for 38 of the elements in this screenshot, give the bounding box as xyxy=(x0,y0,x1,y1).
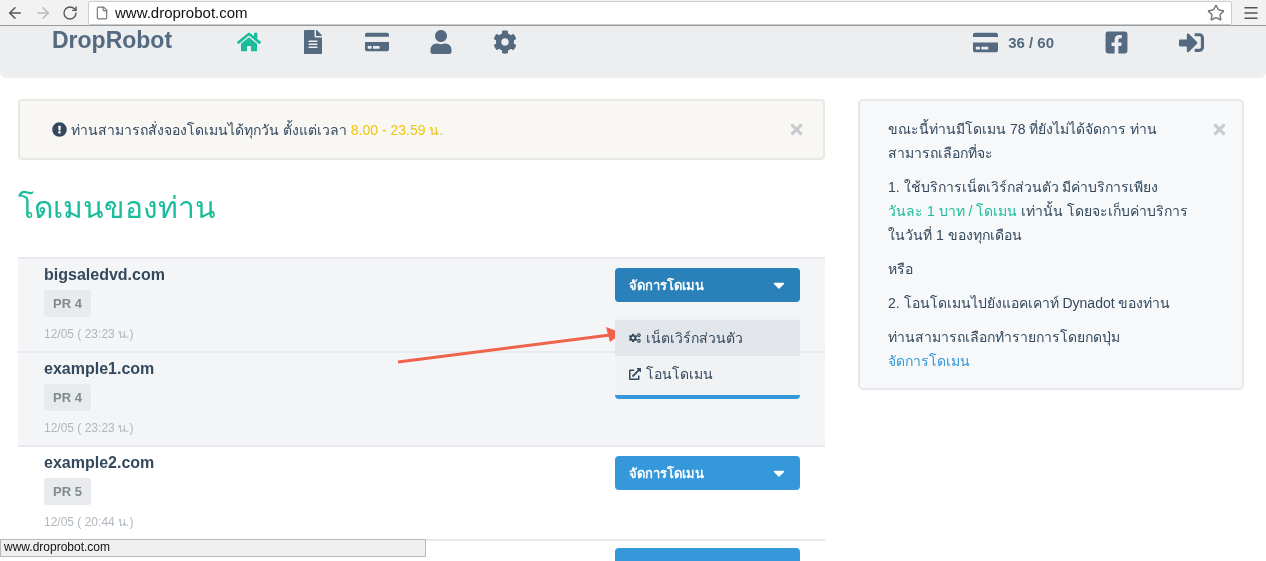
pr-badge: PR 5 xyxy=(44,478,91,505)
info-text: หรือ xyxy=(888,260,914,279)
manage-domain-button[interactable]: จัดการโดเมน xyxy=(615,268,800,302)
user-icon[interactable] xyxy=(429,30,453,54)
date-text: 12/05 ( 20:44 น.) xyxy=(44,514,134,531)
manage-domain-button[interactable]: จัดการโดเมน xyxy=(615,456,800,490)
exclamation-icon xyxy=(52,122,67,137)
external-link-icon xyxy=(629,368,641,380)
info-text: ท่านสามารถเลือกทำรายการโดยกดปุ่ม จัดการโดเมน xyxy=(888,328,1121,371)
star-icon[interactable] xyxy=(1207,3,1225,22)
date-text: 12/05 ( 23:23 น.) xyxy=(44,420,134,437)
reload-button[interactable] xyxy=(62,4,78,21)
domain-name: example1.com xyxy=(44,360,155,378)
alert-text: ท่านสามารถสั่งจองโดเมนได้ทุกวัน ตั้งแต่เวลา 8.00 - 23.59 น. xyxy=(71,119,444,141)
pr-badge: PR 4 xyxy=(44,384,91,411)
pr-badge: PR 4 xyxy=(44,290,91,317)
settings-icon[interactable] xyxy=(493,30,517,54)
card-icon[interactable] xyxy=(973,30,999,55)
page-heading: โดเมนของท่าน xyxy=(18,189,217,226)
date-text: 12/05 ( 23:23 น.) xyxy=(44,326,134,343)
document-icon[interactable] xyxy=(301,30,325,54)
info-text: ขณะนี้ท่านมีโดเมน 78 ที่ยังไม่ได้จัดการ ท่านสามารถเลือกที่จะ xyxy=(888,118,1159,163)
menu-item[interactable]: โอนโดเมน xyxy=(615,356,800,392)
info-text: 2. โอนโดเมนไปยังแอคเคาท์ Dynadot ของท่าน xyxy=(888,294,1172,313)
manage-domain-link[interactable]: จัดการโดเมน xyxy=(888,353,970,369)
address-bar[interactable]: www.droprobot.com xyxy=(88,0,1232,25)
domain-name: example2.com xyxy=(44,454,155,472)
card-icon[interactable] xyxy=(365,30,389,54)
domain-name: bigsaledvd.com xyxy=(44,266,165,284)
status-bar: www.droprobot.com xyxy=(0,539,426,557)
facebook-icon[interactable] xyxy=(1104,30,1129,55)
credits-count: 36 / 60 xyxy=(1008,34,1054,51)
gears-icon xyxy=(629,332,641,344)
logo[interactable]: DropRobot xyxy=(52,27,237,54)
page-icon xyxy=(95,5,109,20)
sign-in-icon[interactable] xyxy=(1179,30,1204,55)
menu-item[interactable]: เน็ตเวิร์กส่วนตัว xyxy=(615,320,800,356)
info-text: 1. ใช้บริการเน็ตเวิร์กส่วนตัว มีค่าบริการเพียง วันละ 1 บาท / โดเมน เท่านั้น โดยจะเก็บค่าบริการในวันที่ 1 ของทุกเดือน xyxy=(888,177,1189,246)
